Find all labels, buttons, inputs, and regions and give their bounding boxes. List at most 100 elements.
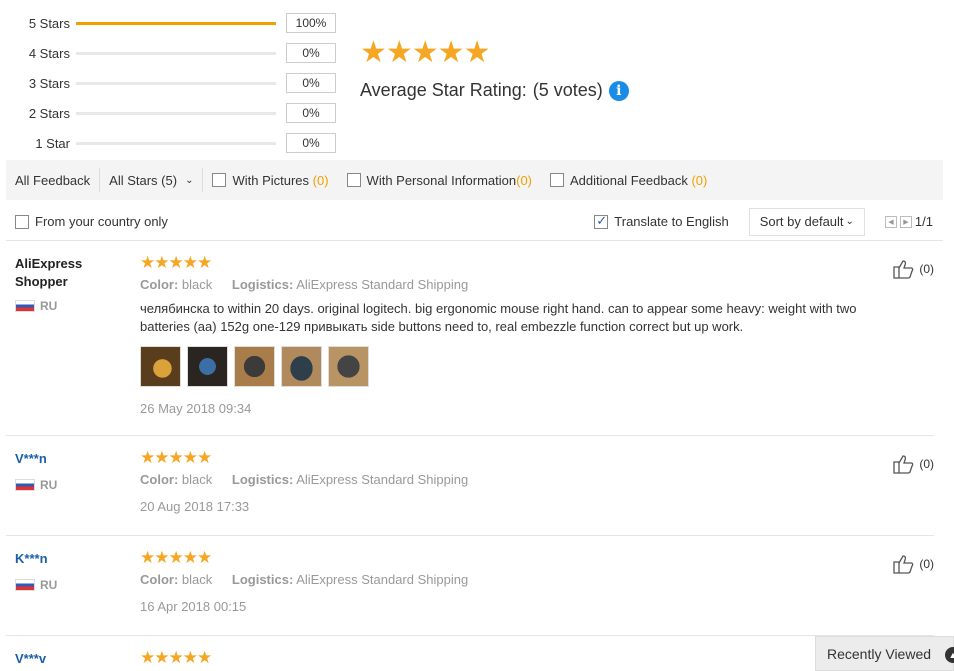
logistics-value: AliExpress Standard Shipping [296,472,469,487]
review-stars: ★★★★★ [140,448,212,467]
helpful-button[interactable]: (0) [893,259,934,279]
reviewer: AliExpress Shopper RU [15,255,125,313]
next-page-icon[interactable]: ▶ [899,215,912,228]
histogram-label: 1 Star [35,135,70,151]
histogram-row-4[interactable]: 4 Stars 0% [14,38,344,68]
reviewer-country: RU [15,478,125,492]
reviewer-country: RU [15,299,125,313]
histogram-bar [76,141,276,145]
all-stars-dropdown[interactable]: All Stars (5) ⌄ [100,168,204,192]
with-pictures-label: With Pictures [232,172,310,188]
country-code: RU [40,578,58,592]
page-indicator: 1/1 [914,214,933,229]
russia-flag-icon [15,579,35,591]
review-photo-thumbnail[interactable] [281,346,322,387]
all-feedback-tab[interactable]: All Feedback [6,168,101,192]
review-photo-thumbnail[interactable] [140,346,181,387]
with-personal-info-checkbox[interactable] [346,173,361,187]
pagination: ◀ ▶ 1/1 [884,214,933,229]
chevron-up-icon[interactable]: ▲ [945,647,954,663]
reviewer-name: AliExpress Shopper [15,256,83,289]
histogram-bar [76,111,276,115]
average-stars: ★★★★★ [360,36,490,69]
additional-feedback-checkbox[interactable] [550,173,565,187]
translate-checkbox[interactable] [594,213,609,229]
recently-viewed-panel[interactable]: Recently Viewed ▲ [815,636,954,671]
reviewer: K***n RU [15,550,125,592]
with-pictures-filter[interactable]: With Pictures (0) [203,168,337,192]
country-only-filter[interactable]: From your country only [6,214,168,229]
helpful-count: (0) [919,557,934,571]
rating-summary: ★★★★★ Average Star Rating: (5 votes) i [360,38,629,101]
color-value: black [181,572,213,587]
additional-feedback-label: Additional Feedback [570,172,688,188]
info-icon[interactable]: i [608,80,629,101]
review-item: K***n RU ★★★★★ Color: black Logistics: A… [6,549,934,636]
reviewer: V***n RU [15,450,125,492]
helpful-count: (0) [919,262,934,276]
review-date: 26 May 2018 09:34 [140,401,252,416]
histogram-fill [76,21,276,25]
histogram-percent: 0% [286,43,336,63]
reviewer-country: RU [15,578,125,592]
all-stars-label: All Stars (5) [109,172,178,188]
feedback-filter-bar: All Feedback All Stars (5) ⌄ With Pictur… [6,160,943,200]
rating-histogram: 5 Stars 100% 4 Stars 0% 3 Stars 0% 2 Sta… [14,8,344,158]
review-date: 20 Aug 2018 17:33 [140,499,250,514]
logistics-label: Logistics: [231,277,294,292]
histogram-percent: 0% [286,103,336,123]
vote-count: (5 votes) [532,80,603,100]
color-label: Color: [140,472,179,487]
color-label: Color: [140,277,179,292]
review-photo-thumbnail[interactable] [234,346,275,387]
histogram-row-2[interactable]: 2 Stars 0% [14,98,344,128]
logistics-label: Logistics: [231,572,294,587]
country-code: RU [40,299,58,313]
country-only-checkbox[interactable] [15,214,29,229]
helpful-button[interactable]: (0) [893,454,934,474]
histogram-label: 4 Stars [28,45,70,61]
with-pictures-checkbox[interactable] [212,173,227,187]
histogram-row-3[interactable]: 3 Stars 0% [14,68,344,98]
histogram-bar [76,21,276,25]
sort-label: Sort by default [759,214,844,229]
additional-feedback-count: (0) [691,172,708,188]
country-only-label: From your country only [35,214,168,229]
histogram-row-5[interactable]: 5 Stars 100% [14,8,344,38]
histogram-label: 5 Stars [28,15,70,31]
translate-label: Translate to English [614,214,729,229]
prev-page-icon[interactable]: ◀ [884,215,897,228]
helpful-button[interactable]: (0) [893,554,934,574]
chevron-down-icon: ⌄ [185,174,194,186]
histogram-label: 3 Stars [28,75,70,91]
recently-viewed-label: Recently Viewed [827,645,932,662]
sort-dropdown[interactable]: Sort by default ⌄ [748,207,865,236]
review-photo-thumbnail[interactable] [328,346,369,387]
reviewer: V***v [15,650,125,668]
country-code: RU [40,478,58,492]
reviewer-name[interactable]: K***n [15,550,125,568]
color-label: Color: [140,572,179,587]
review-meta: Color: black Logistics: AliExpress Stand… [140,572,900,587]
thumbs-up-icon [893,260,914,279]
color-value: black [181,472,213,487]
with-personal-info-label: With Personal Information [366,172,517,188]
additional-feedback-filter[interactable]: Additional Feedback (0) [541,168,716,192]
histogram-bar [76,51,276,55]
review-item: AliExpress Shopper RU ★★★★★ Color: black… [6,254,934,436]
review-photo-thumbnail[interactable] [187,346,228,387]
thumbs-up-icon [893,555,914,574]
review-body: ★★★★★ Color: black Logistics: AliExpress… [140,254,900,416]
review-date: 16 Apr 2018 00:15 [140,599,247,614]
with-personal-info-count: (0) [516,172,533,188]
review-stars: ★★★★★ [140,650,212,667]
helpful-count: (0) [919,457,934,471]
russia-flag-icon [15,479,35,491]
translate-option[interactable]: Translate to English [594,213,729,229]
reviewer-name[interactable]: V***v [15,650,125,668]
all-feedback-label: All Feedback [15,172,91,188]
histogram-percent: 0% [286,133,336,153]
with-personal-info-filter[interactable]: With Personal Information (0) [338,168,541,192]
reviewer-name[interactable]: V***n [15,450,125,468]
histogram-row-1[interactable]: 1 Star 0% [14,128,344,158]
